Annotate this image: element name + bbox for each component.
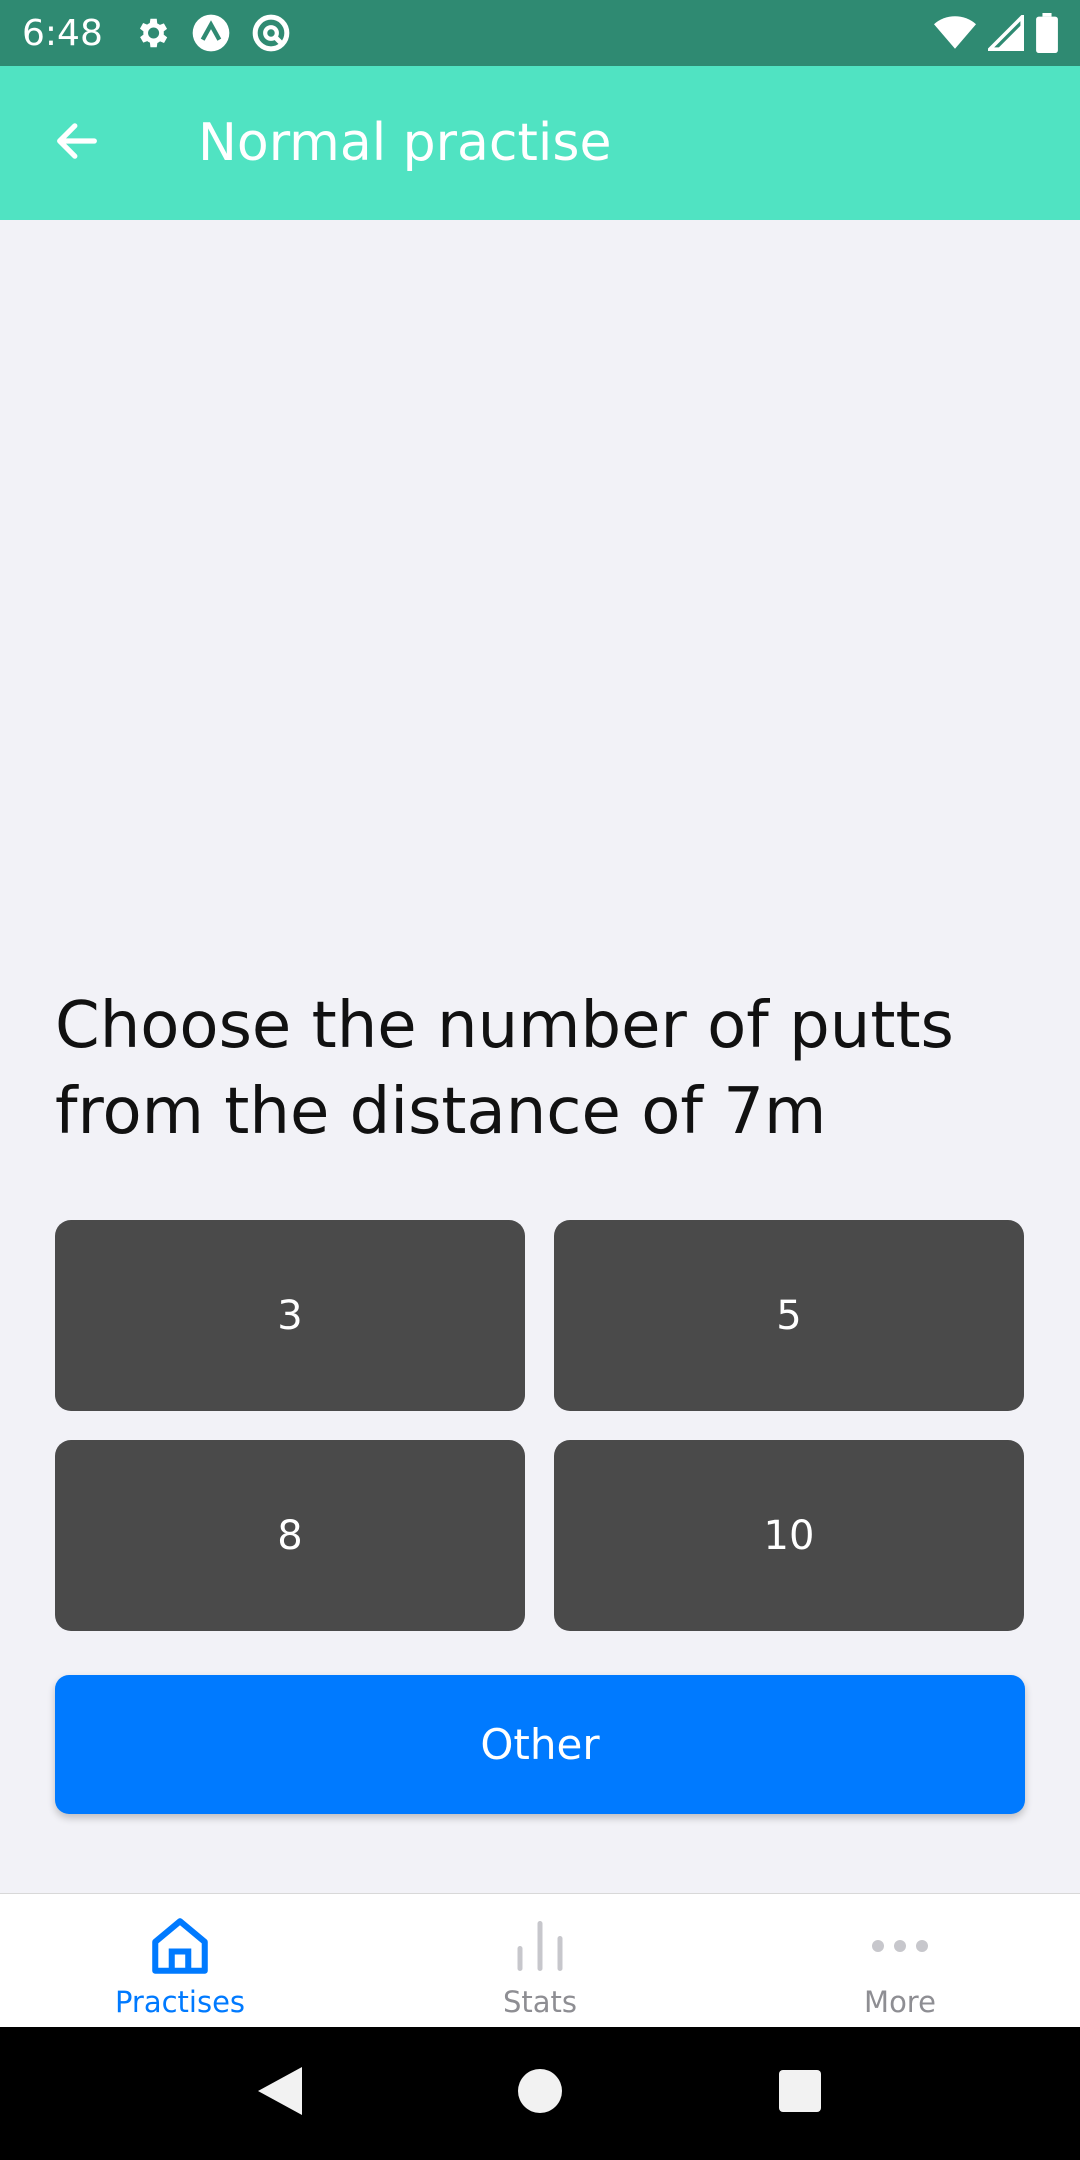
- home-icon: [147, 1911, 213, 1981]
- tab-label-practises: Practises: [114, 1985, 246, 2019]
- tab-more[interactable]: More: [720, 1894, 1080, 2027]
- system-nav-bar: [0, 2027, 1080, 2160]
- tab-stats[interactable]: Stats: [360, 1894, 720, 2027]
- app-bar: Normal practise: [0, 66, 1080, 220]
- tab-label-stats: Stats: [502, 1985, 578, 2019]
- status-bar: 6:48: [0, 0, 1080, 66]
- page-title: Normal practise: [198, 113, 612, 173]
- answer-grid: 3 5 8 10: [55, 1220, 1025, 1631]
- practise-content: Choose the number of putts from the dist…: [0, 220, 1080, 1894]
- back-button[interactable]: [0, 66, 154, 220]
- answer-button-3[interactable]: 3: [55, 1220, 525, 1411]
- arrow-up-circle-icon: [191, 13, 231, 53]
- question-text: Choose the number of putts from the dist…: [55, 989, 954, 1149]
- at-circle-icon: [251, 13, 291, 53]
- arrow-left-icon: [51, 115, 103, 172]
- recents-square-icon: [779, 2070, 821, 2117]
- answer-button-10[interactable]: 10: [554, 1440, 1024, 1631]
- nav-back-button[interactable]: [220, 2034, 340, 2154]
- gear-icon: [133, 14, 171, 52]
- answer-button-5[interactable]: 5: [554, 1220, 1024, 1411]
- status-left-icons: [133, 13, 291, 53]
- nav-home-button[interactable]: [480, 2034, 600, 2154]
- more-dots-icon: [868, 1911, 932, 1981]
- tab-label-more: More: [864, 1985, 936, 2019]
- battery-icon: [1036, 13, 1058, 53]
- other-button[interactable]: Other: [55, 1675, 1025, 1814]
- answer-button-8[interactable]: 8: [55, 1440, 525, 1631]
- signal-icon: [988, 15, 1024, 51]
- back-triangle-icon: [258, 2067, 302, 2120]
- home-circle-icon: [518, 2069, 562, 2118]
- status-time: 6:48: [22, 12, 103, 54]
- nav-recents-button[interactable]: [740, 2034, 860, 2154]
- tab-practises[interactable]: Practises: [0, 1894, 360, 2027]
- bar-chart-icon: [510, 1911, 570, 1981]
- status-right-icons: [934, 13, 1058, 53]
- bottom-tab-bar: Practises Stats More: [0, 1893, 1080, 2027]
- wifi-icon: [934, 15, 976, 51]
